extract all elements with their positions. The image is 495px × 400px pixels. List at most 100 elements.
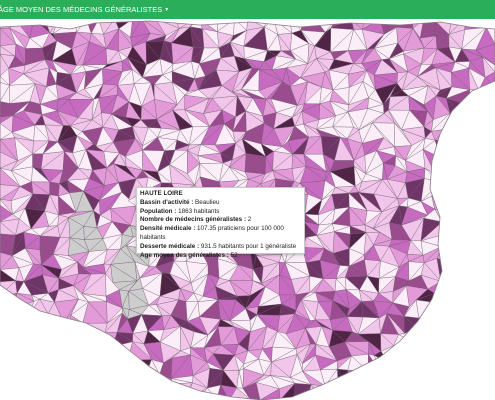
commune-area[interactable] <box>29 388 48 400</box>
commune-area[interactable] <box>20 383 33 400</box>
commune-area[interactable] <box>434 139 456 158</box>
commune-area[interactable] <box>358 389 377 400</box>
commune-area[interactable] <box>81 382 99 400</box>
commune-area[interactable] <box>398 390 408 400</box>
commune-area[interactable] <box>62 322 69 331</box>
commune-area[interactable] <box>75 346 88 366</box>
commune-area[interactable] <box>478 384 495 400</box>
commune-area[interactable] <box>478 19 495 28</box>
commune-area[interactable] <box>10 362 25 373</box>
commune-area[interactable] <box>421 389 437 400</box>
commune-area[interactable] <box>332 383 349 400</box>
commune-area[interactable] <box>468 153 480 166</box>
commune-area[interactable] <box>387 362 413 372</box>
commune-area[interactable] <box>476 354 495 373</box>
commune-area[interactable] <box>463 375 480 388</box>
commune-area[interactable] <box>457 362 473 377</box>
commune-area[interactable] <box>436 382 451 400</box>
commune-area[interactable] <box>446 221 470 237</box>
commune-area[interactable] <box>484 225 495 242</box>
commune-area[interactable] <box>84 347 107 363</box>
commune-area[interactable] <box>463 374 480 388</box>
commune-area[interactable] <box>75 364 84 374</box>
commune-area[interactable] <box>464 132 481 141</box>
commune-area[interactable] <box>463 177 478 193</box>
commune-area[interactable] <box>38 340 63 362</box>
commune-area[interactable] <box>459 114 487 133</box>
commune-area[interactable] <box>431 184 455 197</box>
commune-area[interactable] <box>127 360 146 377</box>
commune-area[interactable] <box>449 310 471 315</box>
commune-area[interactable] <box>460 104 487 117</box>
commune-area[interactable] <box>471 343 478 363</box>
commune-area[interactable] <box>463 208 482 220</box>
commune-area[interactable] <box>445 129 465 141</box>
commune-area[interactable] <box>62 356 76 372</box>
commune-area[interactable] <box>461 261 483 277</box>
commune-area[interactable] <box>454 149 470 175</box>
commune-area[interactable] <box>470 341 480 356</box>
commune-area[interactable] <box>67 326 89 348</box>
commune-area[interactable] <box>478 371 495 388</box>
commune-area[interactable] <box>444 125 467 141</box>
commune-area[interactable] <box>416 369 440 391</box>
commune-area[interactable] <box>61 340 76 365</box>
commune-area[interactable] <box>462 250 482 267</box>
commune-area[interactable] <box>474 207 495 227</box>
commune-area[interactable] <box>439 235 447 248</box>
commune-area[interactable] <box>348 389 360 400</box>
commune-area[interactable] <box>52 19 77 35</box>
commune-area[interactable] <box>476 339 495 358</box>
commune-area[interactable] <box>448 330 472 348</box>
commune-area[interactable] <box>310 384 326 400</box>
commune-area[interactable] <box>135 367 147 384</box>
commune-area[interactable] <box>445 362 473 374</box>
commune-area[interactable] <box>417 317 434 334</box>
commune-area[interactable] <box>457 250 464 267</box>
commune-area[interactable] <box>13 307 30 320</box>
commune-area[interactable] <box>485 19 495 29</box>
commune-area[interactable] <box>476 316 495 335</box>
commune-area[interactable] <box>480 219 495 232</box>
commune-area[interactable] <box>481 272 495 292</box>
commune-area[interactable] <box>484 95 495 114</box>
commune-area[interactable] <box>38 356 65 379</box>
commune-area[interactable] <box>447 209 470 226</box>
commune-area[interactable] <box>474 139 495 160</box>
commune-area[interactable] <box>460 114 481 133</box>
commune-area[interactable] <box>465 304 476 313</box>
commune-area[interactable] <box>461 272 483 289</box>
commune-area[interactable] <box>441 214 451 226</box>
commune-area[interactable] <box>417 317 435 330</box>
commune-area[interactable] <box>24 344 39 363</box>
commune-area[interactable] <box>433 330 458 349</box>
commune-area[interactable] <box>0 369 20 389</box>
commune-area[interactable] <box>54 385 72 400</box>
commune-area[interactable] <box>387 368 408 392</box>
commune-area[interactable] <box>440 168 455 186</box>
commune-area[interactable] <box>26 372 48 390</box>
commune-area[interactable] <box>48 322 64 335</box>
commune-area[interactable] <box>479 113 495 133</box>
commune-area[interactable] <box>155 383 174 400</box>
commune-area[interactable] <box>484 86 495 105</box>
commune-area[interactable] <box>446 192 465 215</box>
commune-area[interactable] <box>463 185 480 199</box>
commune-area[interactable] <box>82 373 99 383</box>
commune-area[interactable] <box>415 299 438 319</box>
commune-area[interactable] <box>54 383 69 400</box>
commune-area[interactable] <box>457 250 463 265</box>
commune-area[interactable] <box>101 346 113 356</box>
commune-area[interactable] <box>461 275 477 298</box>
commune-area[interactable] <box>461 386 485 400</box>
commune-area[interactable] <box>462 250 481 263</box>
commune-area[interactable] <box>27 328 50 346</box>
commune-area[interactable] <box>145 374 161 387</box>
commune-area[interactable] <box>54 369 76 386</box>
commune-area[interactable] <box>63 356 76 370</box>
commune-area[interactable] <box>479 241 495 257</box>
commune-area[interactable] <box>11 328 31 346</box>
commune-area[interactable] <box>445 343 472 363</box>
commune-area[interactable] <box>480 261 495 279</box>
commune-area[interactable] <box>476 354 495 375</box>
